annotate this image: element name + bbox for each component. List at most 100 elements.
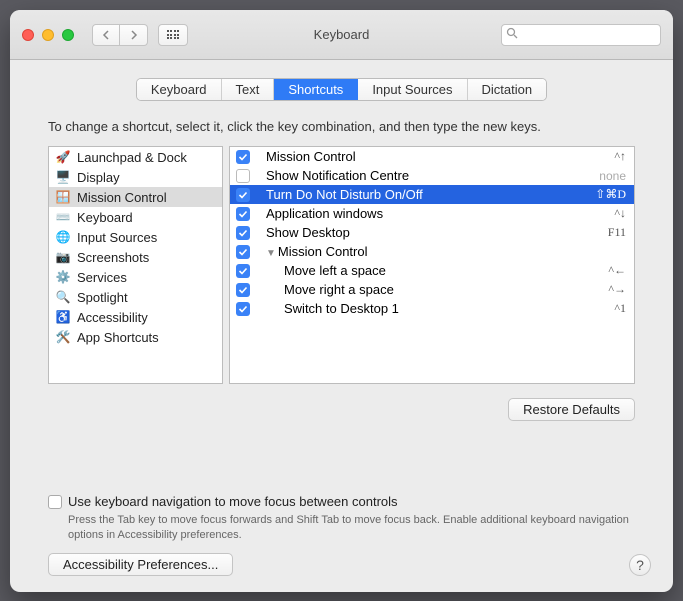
tab-input-sources[interactable]: Input Sources <box>358 79 467 100</box>
sidebar-item-keyboard[interactable]: ⌨️ Keyboard <box>49 207 222 227</box>
sidebar-item-label: Launchpad & Dock <box>77 150 187 165</box>
sidebar-item-mission-control[interactable]: 🪟 Mission Control <box>49 187 222 207</box>
content-area: To change a shortcut, select it, click t… <box>10 107 673 472</box>
zoom-window-button[interactable] <box>62 29 74 41</box>
sidebar-item-label: Spotlight <box>77 290 128 305</box>
mission-control-icon: 🪟 <box>55 189 71 205</box>
app-shortcuts-icon: 🛠️ <box>55 329 71 345</box>
tab-text[interactable]: Text <box>222 79 275 100</box>
shortcut-keys[interactable]: ^1 <box>614 301 626 316</box>
minimize-window-button[interactable] <box>42 29 54 41</box>
shortcut-keys[interactable]: F11 <box>608 225 626 240</box>
window-controls <box>22 29 74 41</box>
accessibility-icon: ♿ <box>55 309 71 325</box>
footer: Use keyboard navigation to move focus be… <box>10 472 673 592</box>
spotlight-icon: 🔍 <box>55 289 71 305</box>
shortcut-checkbox[interactable] <box>236 264 250 278</box>
services-icon: ⚙️ <box>55 269 71 285</box>
keyboard-nav-help: Press the Tab key to move focus forwards… <box>48 513 635 543</box>
shortcut-row[interactable]: Turn Do Not Disturb On/Off⇧⌘D <box>230 185 634 204</box>
shortcut-label: Move left a space <box>258 263 600 278</box>
sidebar-item-services[interactable]: ⚙️ Services <box>49 267 222 287</box>
chevron-left-icon <box>102 30 110 40</box>
shortcuts-list[interactable]: Mission Control ^↑ Show Notification Centr… <box>229 146 635 384</box>
shortcut-label: Move right a space <box>258 282 600 297</box>
shortcut-keys[interactable]: ^↑ <box>614 149 626 164</box>
system-preferences-window: Keyboard KeyboardTextShortcutsInput Sour… <box>10 10 673 592</box>
shortcut-checkbox[interactable] <box>236 169 250 183</box>
shortcut-keys[interactable]: none <box>599 169 626 183</box>
keyboard-nav-label: Use keyboard navigation to move focus be… <box>68 494 398 509</box>
sidebar-item-label: Display <box>77 170 120 185</box>
screenshots-icon: 📷 <box>55 249 71 265</box>
keyboard-icon: ⌨️ <box>55 209 71 225</box>
search-field[interactable] <box>501 24 661 46</box>
shortcut-row[interactable]: ▼Mission Control <box>230 242 634 261</box>
help-button[interactable]: ? <box>629 554 651 576</box>
shortcut-checkbox[interactable] <box>236 245 250 259</box>
sidebar-item-label: Keyboard <box>77 210 133 225</box>
sidebar-item-display[interactable]: 🖥️ Display <box>49 167 222 187</box>
window-title: Keyboard <box>314 27 370 42</box>
shortcut-label: Show Notification Centre <box>258 168 591 183</box>
shortcut-label: ▼Mission Control <box>258 244 618 259</box>
shortcut-checkbox[interactable] <box>236 207 250 221</box>
shortcut-checkbox[interactable] <box>236 283 250 297</box>
sidebar-item-label: Services <box>77 270 127 285</box>
keyboard-nav-checkbox-row[interactable]: Use keyboard navigation to move focus be… <box>48 494 635 509</box>
sidebar-item-label: Mission Control <box>77 190 167 205</box>
sidebar-item-app-shortcuts[interactable]: 🛠️App Shortcuts <box>49 327 222 347</box>
shortcut-checkbox[interactable] <box>236 188 250 202</box>
titlebar: Keyboard <box>10 10 673 60</box>
launchpad-dock-icon: 🚀 <box>55 149 71 165</box>
shortcut-label: Application windows <box>258 206 606 221</box>
shortcut-row[interactable]: Switch to Desktop 1 ^1 <box>230 299 634 318</box>
close-window-button[interactable] <box>22 29 34 41</box>
back-button[interactable] <box>92 24 120 46</box>
disclosure-triangle-icon[interactable]: ▼ <box>266 248 276 259</box>
tab-shortcuts[interactable]: Shortcuts <box>274 79 358 100</box>
sidebar-item-launchpad-dock[interactable]: 🚀 Launchpad & Dock <box>49 147 222 167</box>
grid-icon <box>167 30 180 39</box>
shortcut-label: Show Desktop <box>258 225 600 240</box>
panes: 🚀 Launchpad & Dock 🖥️ Display 🪟 Mission Contr… <box>48 146 635 384</box>
keyboard-nav-checkbox[interactable] <box>48 495 62 509</box>
forward-button[interactable] <box>120 24 148 46</box>
shortcut-row[interactable]: Move left a space ^← <box>230 261 634 280</box>
sidebar-item-label: Screenshots <box>77 250 149 265</box>
instruction-text: To change a shortcut, select it, click t… <box>48 119 635 134</box>
shortcut-keys[interactable]: ^→ <box>608 282 626 297</box>
shortcut-label: Mission Control <box>258 149 606 164</box>
shortcut-label: Switch to Desktop 1 <box>258 301 606 316</box>
sidebar-item-screenshots[interactable]: 📷 Screenshots <box>49 247 222 267</box>
shortcut-row[interactable]: Mission Control ^↑ <box>230 147 634 166</box>
shortcut-row[interactable]: Move right a space ^→ <box>230 280 634 299</box>
shortcut-keys[interactable]: ⇧⌘D <box>595 187 626 202</box>
tabbar: KeyboardTextShortcutsInput SourcesDictat… <box>136 78 547 101</box>
input-sources-icon: 🌐 <box>55 229 71 245</box>
shortcut-row[interactable]: Show Notification Centre none <box>230 166 634 185</box>
sidebar-item-spotlight[interactable]: 🔍 Spotlight <box>49 287 222 307</box>
show-all-button[interactable] <box>158 24 188 46</box>
tabs-row: KeyboardTextShortcutsInput SourcesDictat… <box>10 60 673 107</box>
sidebar-item-accessibility[interactable]: ♿Accessibility <box>49 307 222 327</box>
shortcut-checkbox[interactable] <box>236 302 250 316</box>
shortcut-keys[interactable]: ^↓ <box>614 206 626 221</box>
display-icon: 🖥️ <box>55 169 71 185</box>
sidebar-item-label: Input Sources <box>77 230 157 245</box>
tab-dictation[interactable]: Dictation <box>468 79 547 100</box>
search-icon <box>506 27 518 42</box>
shortcut-keys[interactable]: ^← <box>608 263 626 278</box>
accessibility-preferences-button[interactable]: Accessibility Preferences... <box>48 553 233 576</box>
restore-row: Restore Defaults <box>48 398 635 421</box>
tab-keyboard[interactable]: Keyboard <box>137 79 222 100</box>
shortcut-row[interactable]: Application windows ^↓ <box>230 204 634 223</box>
restore-defaults-button[interactable]: Restore Defaults <box>508 398 635 421</box>
sidebar-item-input-sources[interactable]: 🌐 Input Sources <box>49 227 222 247</box>
shortcut-row[interactable]: Show Desktop F11 <box>230 223 634 242</box>
shortcut-checkbox[interactable] <box>236 226 250 240</box>
search-input[interactable] <box>522 28 673 42</box>
chevron-right-icon <box>130 30 138 40</box>
shortcut-checkbox[interactable] <box>236 150 250 164</box>
category-sidebar[interactable]: 🚀 Launchpad & Dock 🖥️ Display 🪟 Mission Contr… <box>48 146 223 384</box>
